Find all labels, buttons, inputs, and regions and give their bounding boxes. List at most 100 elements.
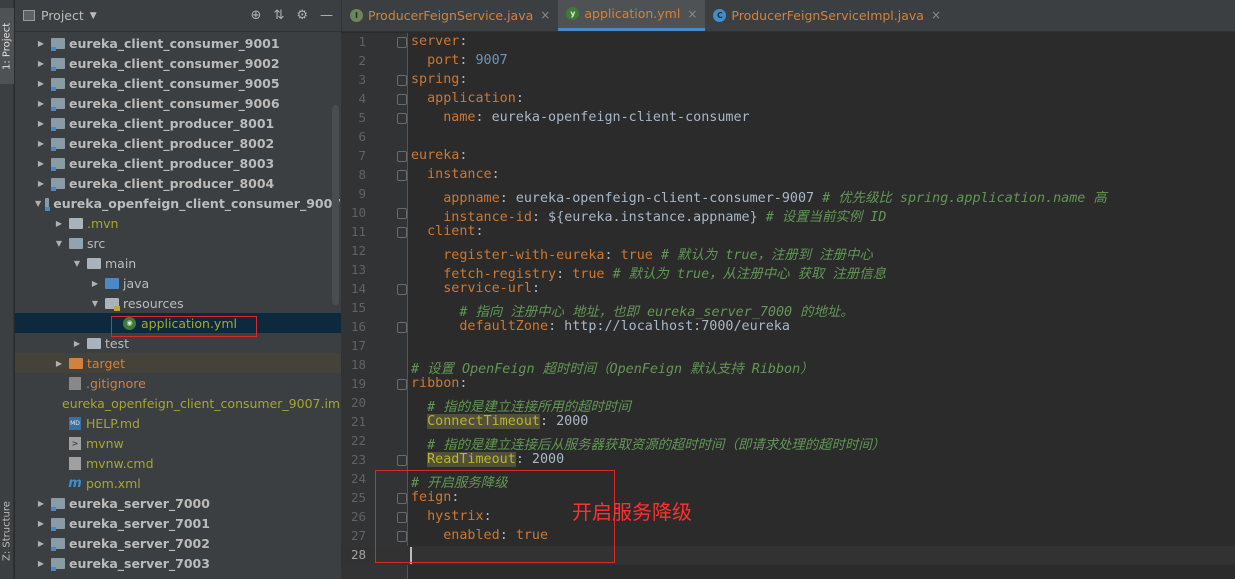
expand-right-icon[interactable]: ▶ <box>35 79 47 88</box>
code-line[interactable]: 5 name: eureka-openfeign-client-consumer <box>342 109 1235 128</box>
project-view-selector[interactable]: Project <box>41 8 84 23</box>
expand-right-icon[interactable]: ▶ <box>35 559 47 568</box>
code-line[interactable]: 18 # 设置 OpenFeign 超时时间（OpenFeign 默认支持 Rib… <box>342 356 1235 377</box>
tree-item[interactable]: ▼ eureka_openfeign_client_consumer_9007 <box>15 193 341 213</box>
close-icon[interactable]: × <box>687 7 697 21</box>
tree-item[interactable]: ▶ test <box>15 333 341 353</box>
fold-marker-icon[interactable] <box>397 37 407 48</box>
tree-item[interactable]: ▶ eureka_client_producer_8001 <box>15 113 341 133</box>
tree-item[interactable]: ▶ eureka_client_consumer_9001 <box>15 33 341 53</box>
tree-item[interactable]: ▶ eureka_server_7002 <box>15 533 341 553</box>
fold-marker-icon[interactable] <box>397 455 407 466</box>
code-line[interactable]: 10 instance-id: ${eureka.instance.appnam… <box>342 204 1235 225</box>
code-line[interactable]: 6 <box>342 128 1235 147</box>
tree-item[interactable]: ▶ eureka_server_7000 <box>15 493 341 513</box>
expand-right-icon[interactable]: ▶ <box>53 219 65 228</box>
project-tree-scrollbar[interactable] <box>332 105 339 305</box>
fold-marker-icon[interactable] <box>397 94 407 105</box>
code-line[interactable]: 20 # 指的是建立连接所用的超时时间 <box>342 394 1235 415</box>
expand-right-icon[interactable]: ▶ <box>35 519 47 528</box>
tree-item[interactable]: ▶ java <box>15 273 341 293</box>
tree-item[interactable]: m pom.xml <box>15 473 341 493</box>
code-line[interactable]: 11 client: <box>342 223 1235 242</box>
code-line[interactable]: 28 <box>342 546 1235 565</box>
locate-file-icon[interactable]: ⊕ <box>251 8 262 23</box>
expand-right-icon[interactable]: ▶ <box>35 179 47 188</box>
code-line[interactable]: 26 hystrix: <box>342 508 1235 527</box>
close-icon[interactable]: × <box>931 8 941 22</box>
hide-panel-icon[interactable]: — <box>320 8 333 23</box>
expand-right-icon[interactable]: ▶ <box>71 339 83 348</box>
expand-right-icon[interactable]: ▶ <box>89 279 101 288</box>
tree-item[interactable]: ◉ application.yml <box>15 313 341 333</box>
tree-item[interactable]: ▶ eureka_client_consumer_9002 <box>15 53 341 73</box>
tree-item[interactable]: .gitignore <box>15 373 341 393</box>
tree-item[interactable]: mvnw.cmd <box>15 453 341 473</box>
tree-item[interactable]: ▼ src <box>15 233 341 253</box>
fold-marker-icon[interactable] <box>397 113 407 124</box>
code-line[interactable]: 15 # 指向 注册中心 地址，也即 eureka_server_7000 的地… <box>342 299 1235 320</box>
settings-gear-icon[interactable]: ⚙ <box>296 8 308 23</box>
code-line[interactable]: 2 port: 9007 <box>342 52 1235 71</box>
code-line[interactable]: 21 ConnectTimeout: 2000 <box>342 413 1235 432</box>
tree-item[interactable]: > mvnw <box>15 433 341 453</box>
expand-right-icon[interactable]: ▶ <box>35 39 47 48</box>
tree-item[interactable]: ▼ resources <box>15 293 341 313</box>
fold-marker-icon[interactable] <box>397 170 407 181</box>
tree-item[interactable]: ▶ eureka_client_producer_8003 <box>15 153 341 173</box>
fold-marker-icon[interactable] <box>397 75 407 86</box>
expand-right-icon[interactable]: ▶ <box>35 159 47 168</box>
fold-marker-icon[interactable] <box>397 284 407 295</box>
expand-down-icon[interactable]: ▼ <box>71 259 83 268</box>
code-line[interactable]: 8 instance: <box>342 166 1235 185</box>
fold-marker-icon[interactable] <box>397 512 407 523</box>
code-line[interactable]: 16 defaultZone: http://localhost:7000/eu… <box>342 318 1235 337</box>
code-line[interactable]: 17 <box>342 337 1235 356</box>
tree-item[interactable]: ▶ eureka_client_consumer_9005 <box>15 73 341 93</box>
code-line[interactable]: 3 spring: <box>342 71 1235 90</box>
expand-down-icon[interactable]: ▼ <box>89 299 101 308</box>
expand-right-icon[interactable]: ▶ <box>35 539 47 548</box>
structure-tool-tab[interactable]: Z: Structure <box>0 488 14 574</box>
fold-marker-icon[interactable] <box>397 227 407 238</box>
code-line[interactable]: 12 register-with-eureka: true # 默认为 true… <box>342 242 1235 263</box>
tree-item[interactable]: MD HELP.md <box>15 413 341 433</box>
tree-item[interactable]: ▼ main <box>15 253 341 273</box>
fold-marker-icon[interactable] <box>397 379 407 390</box>
tree-item[interactable]: ▶ target <box>15 353 341 373</box>
expand-right-icon[interactable]: ▶ <box>35 139 47 148</box>
code-line[interactable]: 4 application: <box>342 90 1235 109</box>
tree-item[interactable]: ▶ eureka_client_producer_8002 <box>15 133 341 153</box>
editor-tab[interactable]: y application.yml × <box>558 0 706 31</box>
code-line[interactable]: 24 # 开启服务降级 <box>342 470 1235 491</box>
expand-right-icon[interactable]: ▶ <box>35 99 47 108</box>
collapse-all-icon[interactable]: ⇅ <box>273 8 284 23</box>
editor-tab[interactable]: I ProducerFeignService.java × <box>342 0 558 31</box>
code-line[interactable]: 14 service-url: <box>342 280 1235 299</box>
fold-marker-icon[interactable] <box>397 531 407 542</box>
tree-item[interactable]: ▶ eureka_server_7001 <box>15 513 341 533</box>
code-line[interactable]: 13 fetch-registry: true # 默认为 true，从注册中心… <box>342 261 1235 282</box>
tree-item[interactable]: ▶ eureka_client_producer_8004 <box>15 173 341 193</box>
tree-item[interactable]: ▶ .mvn <box>15 213 341 233</box>
tree-item[interactable]: eureka_openfeign_client_consumer_9007.im… <box>15 393 341 413</box>
tree-item[interactable]: ▶ eureka_server_7003 <box>15 553 341 573</box>
chevron-down-icon[interactable]: ▼ <box>90 11 97 21</box>
expand-right-icon[interactable]: ▶ <box>35 119 47 128</box>
expand-right-icon[interactable]: ▶ <box>35 499 47 508</box>
close-icon[interactable]: × <box>540 8 550 22</box>
expand-right-icon[interactable]: ▶ <box>35 59 47 68</box>
fold-marker-icon[interactable] <box>397 322 407 333</box>
code-line[interactable]: 25 feign: <box>342 489 1235 508</box>
editor-tab[interactable]: C ProducerFeignServiceImpl.java × <box>705 0 949 31</box>
expand-down-icon[interactable]: ▼ <box>35 199 41 208</box>
code-line[interactable]: 9 appname: eureka-openfeign-client-consu… <box>342 185 1235 206</box>
code-line[interactable]: 23 ReadTimeout: 2000 <box>342 451 1235 470</box>
tree-item[interactable]: ▶ eureka_client_consumer_9006 <box>15 93 341 113</box>
code-line[interactable]: 7 eureka: <box>342 147 1235 166</box>
fold-marker-icon[interactable] <box>397 493 407 504</box>
code-area[interactable]: 1 server: 2 port: 9007 3 spring: 4 applicatio… <box>342 33 1235 565</box>
project-tool-tab[interactable]: 1: Project <box>0 8 14 84</box>
code-line[interactable]: 1 server: <box>342 33 1235 52</box>
expand-right-icon[interactable]: ▶ <box>53 359 65 368</box>
